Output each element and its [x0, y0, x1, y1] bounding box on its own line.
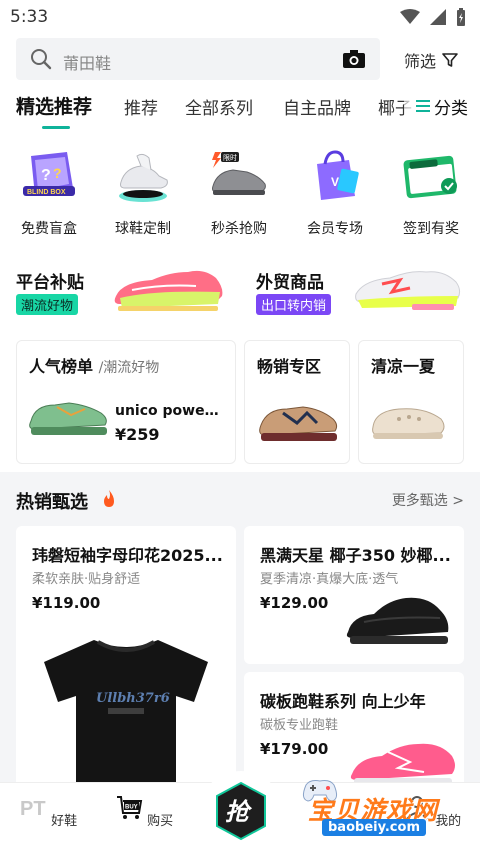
promo-title: 平台补贴 — [16, 273, 84, 293]
svg-text:BLIND BOX: BLIND BOX — [27, 189, 66, 196]
filter-label: 筛选 — [404, 52, 437, 71]
quick-member[interactable]: V 会员专场 — [290, 146, 380, 238]
checkin-calendar-icon — [403, 155, 457, 199]
quick-flash-sale[interactable]: 限时 秒杀抢购 — [194, 146, 284, 238]
product-card[interactable]: 碳板跑鞋系列 向上少年 碳板专业跑鞋 ¥179.00 — [244, 672, 464, 796]
ranking-hot-subtitle: /潮流好物 — [98, 360, 160, 376]
signal-icon — [430, 9, 446, 25]
quick-label: 会员专场 — [307, 221, 363, 237]
ranking-hot-heading: 人气榜单 /潮流好物 — [29, 353, 159, 377]
category-button[interactable]: 分类 — [404, 86, 480, 126]
buy-cart-icon: BUY — [116, 796, 143, 819]
hot-section-header: 热销甄选 更多甄选 > — [0, 472, 480, 526]
quick-label: 球鞋定制 — [115, 221, 171, 237]
svg-text:?: ? — [41, 167, 51, 184]
nav-good-shoes[interactable]: PT 好鞋 — [8, 793, 88, 829]
tab-featured[interactable]: 精选推荐 — [16, 92, 92, 119]
svg-text:?: ? — [53, 165, 62, 181]
status-icons — [400, 8, 466, 26]
product-name: 碳板跑鞋系列 向上少年 — [260, 692, 426, 711]
product-name: 玮磐短袖字母印花2025... — [32, 546, 223, 565]
pink-sneaker-image — [114, 270, 223, 311]
active-tab-indicator — [42, 126, 70, 129]
status-bar: 5:33 — [0, 0, 480, 34]
ranking-card-cool[interactable]: 清凉一夏 — [358, 340, 464, 464]
quick-blind-box[interactable]: ? ? BLIND BOX 免费盲盒 — [4, 146, 94, 238]
ranking-card-hot[interactable]: 人气榜单 /潮流好物 unico power... ¥259 — [16, 340, 236, 464]
search-icon — [31, 49, 52, 70]
product-card[interactable]: 玮磐短袖字母印花2025... 柔软亲肤·贴身舒适 ¥119.00 Ullbh3… — [16, 526, 236, 796]
hot-section-title: 热销甄选 — [16, 492, 88, 513]
nav-buy[interactable]: BUY 购买 — [104, 793, 184, 829]
nav-label: 购买 — [147, 814, 174, 829]
quick-checkin[interactable]: 签到有奖 — [386, 146, 476, 238]
watermark-url: baobeiy.com — [322, 819, 426, 836]
svg-text:PT: PT — [20, 798, 46, 820]
product-name: 黑满天星 椰子350 妙椰... — [260, 546, 451, 565]
tab-recommend[interactable]: 推荐 — [124, 94, 158, 119]
black-sneaker-image — [346, 597, 449, 644]
flash-sale-icon: 限时 — [212, 152, 266, 195]
filter-icon — [442, 53, 458, 67]
ranking-cool-title: 清凉一夏 — [371, 357, 436, 376]
ranking-section: 人气榜单 /潮流好物 unico power... ¥259 畅销专区 清凉一夏 — [0, 324, 480, 472]
ranking-product-price: ¥259 — [115, 425, 160, 444]
quick-label: 签到有奖 — [403, 221, 459, 237]
ranking-bestseller-title: 畅销专区 — [257, 357, 322, 376]
battery-icon — [457, 8, 465, 26]
category-list-icon — [416, 100, 430, 112]
flash-badge: 限时 — [223, 153, 237, 162]
quick-label: 秒杀抢购 — [211, 221, 267, 237]
category-tabs: 精选推荐 推荐 全部系列 自主品牌 椰子 分类 — [0, 86, 480, 132]
camera-icon[interactable] — [342, 48, 366, 70]
promo-tag: 出口转内销 — [256, 294, 332, 315]
product-price: ¥129.00 — [260, 594, 329, 612]
member-bag-icon: V — [317, 150, 359, 200]
product-price: ¥179.00 — [260, 740, 329, 758]
pt-icon: PT — [20, 798, 46, 820]
svg-text:V: V — [331, 175, 339, 189]
svg-text:BUY: BUY — [125, 805, 138, 811]
flame-icon — [104, 490, 114, 507]
ranking-card-bestseller[interactable]: 畅销专区 — [244, 340, 350, 464]
search-row: 莆田鞋 筛选 — [0, 34, 480, 86]
ranking-hot-title: 人气榜单 — [29, 357, 94, 376]
product-desc: 柔软亲肤·贴身舒适 — [32, 572, 141, 587]
more-picks-link[interactable]: 更多甄选 > — [392, 490, 464, 510]
product-desc: 夏季清凉·真爆大底·透气 — [260, 572, 399, 587]
tshirt-image: Ullbh37r6 — [44, 640, 208, 796]
search-placeholder: 莆田鞋 — [63, 54, 112, 73]
category-label: 分类 — [434, 98, 468, 119]
nav-label: 好鞋 — [51, 814, 78, 829]
blind-box-icon: ? ? BLIND BOX — [23, 152, 75, 196]
svg-text:Ullbh37r6: Ullbh37r6 — [96, 691, 170, 706]
white-sneaker-image — [355, 271, 461, 310]
grab-label: 抢 — [225, 798, 253, 826]
promo-title: 外贸商品 — [256, 273, 324, 293]
search-input[interactable]: 莆田鞋 — [16, 38, 380, 80]
tab-all-series[interactable]: 全部系列 — [185, 94, 253, 119]
filter-button[interactable]: 筛选 — [404, 48, 458, 72]
quick-entries: ? ? BLIND BOX 免费盲盒 球鞋定制 限时 秒杀抢购 V 会员专场 签… — [0, 132, 480, 242]
clog-image — [372, 408, 445, 439]
green-sneaker-image — [29, 402, 107, 435]
custom-sneaker-icon — [119, 153, 168, 202]
grab-button[interactable]: 抢 — [214, 781, 268, 841]
product-card[interactable]: 黑满天星 椰子350 妙椰... 夏季清凉·真爆大底·透气 ¥129.00 — [244, 526, 464, 664]
bottom-nav: PT 好鞋 BUY 购买 抢 我的 宝贝游戏网 baobeiy.com — [0, 771, 480, 855]
promo-tag: 潮流好物 — [16, 294, 79, 315]
product-price: ¥119.00 — [32, 594, 101, 612]
nav-label: 我的 — [435, 814, 462, 829]
product-desc: 碳板专业跑鞋 — [260, 718, 339, 733]
promo-row: 平台补贴 潮流好物 外贸商品 出口转内销 — [0, 242, 480, 324]
status-time: 5:33 — [10, 7, 49, 27]
tab-own-brand[interactable]: 自主品牌 — [283, 94, 351, 119]
brown-sneaker-image — [259, 406, 338, 441]
wifi-icon — [400, 9, 420, 24]
ranking-product-name: unico power... — [115, 403, 221, 419]
quick-label: 免费盲盒 — [21, 221, 77, 237]
quick-custom-sneaker[interactable]: 球鞋定制 — [98, 146, 188, 238]
